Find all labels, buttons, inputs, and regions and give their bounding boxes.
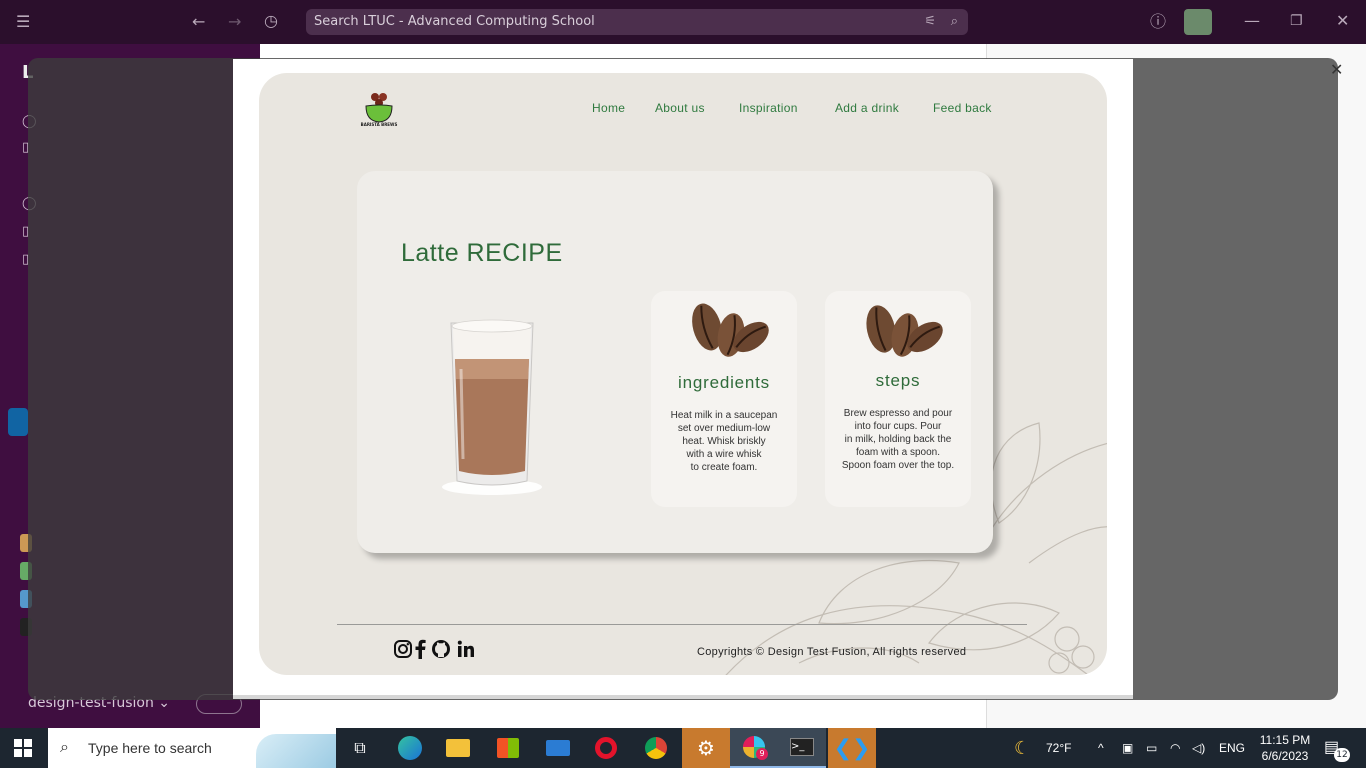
steps-text: Brew espresso and pour into four cups. P… <box>841 408 955 471</box>
steps-title: steps <box>875 371 921 390</box>
nav-add-a-drink[interactable]: Add a drink <box>835 101 899 115</box>
mail-icon <box>546 740 570 756</box>
facebook-icon[interactable] <box>413 639 427 659</box>
recipe-card: Latte RECIPE ingredients Heat milk in a … <box>357 171 993 553</box>
barista-brews-logo-icon[interactable] <box>363 91 395 135</box>
volume-icon[interactable]: ◁) <box>1192 728 1205 768</box>
gear-icon: ⚙ <box>697 736 715 760</box>
clock[interactable]: 11:15 PM 6/6/2023 <box>1254 732 1316 764</box>
chrome-app[interactable] <box>632 728 680 768</box>
notification-count: 12 <box>1334 748 1350 762</box>
slack-badge: 9 <box>756 748 768 760</box>
opera-icon <box>595 737 617 759</box>
forward-arrow-icon[interactable]: → <box>228 12 241 32</box>
steps-card: steps Brew espresso and pour into four c… <box>825 291 971 507</box>
weather-moon-icon[interactable]: ☾ <box>1014 728 1030 768</box>
instagram-icon[interactable] <box>393 639 413 659</box>
ingredients-title: ingredients <box>678 373 770 392</box>
folder-icon <box>446 739 470 757</box>
task-view-icon: ⧉ <box>354 738 366 757</box>
nav-feed-back[interactable]: Feed back <box>933 101 992 115</box>
coffee-beans-icon <box>692 303 769 357</box>
slack-top-bar: ☰ ← → ◷ Search LTUC - Advanced Computing… <box>0 0 1366 44</box>
latte-glass-image <box>442 319 542 495</box>
vscode-app[interactable]: ❮❯ <box>828 728 876 768</box>
ingredients-card: ingredients Heat milk in a saucepan set … <box>651 291 797 507</box>
wifi-icon[interactable]: ◠ <box>1170 728 1180 768</box>
show-hidden-icons-icon[interactable]: ^ <box>1098 728 1104 768</box>
active-channel-highlight[interactable] <box>8 408 28 436</box>
back-arrow-icon[interactable]: ← <box>192 12 205 32</box>
github-icon[interactable] <box>431 639 451 659</box>
slack-search-placeholder: Search LTUC - Advanced Computing School <box>314 14 595 29</box>
slack-app[interactable]: 9 <box>730 728 778 768</box>
user-avatar[interactable] <box>1184 9 1212 35</box>
edge-app[interactable] <box>386 728 434 768</box>
nav-home[interactable]: Home <box>592 101 625 115</box>
recipe-title: Latte RECIPE <box>401 239 563 267</box>
search-icon: ⌕ <box>60 739 69 756</box>
chrome-icon <box>645 737 667 759</box>
website-page: BARISTA BREWS Home About us Inspiration … <box>259 73 1107 675</box>
file-explorer-app[interactable] <box>434 728 482 768</box>
copyright-text: Copyrights © Design Test Fusion, All rig… <box>697 646 967 658</box>
close-icon[interactable]: ✕ <box>1330 60 1343 79</box>
nav-about-us[interactable]: About us <box>655 101 705 115</box>
nav-inspiration[interactable]: Inspiration <box>739 101 798 115</box>
vscode-icon: ❮❯ <box>833 735 871 761</box>
taskbar-search-placeholder: Type here to search <box>88 740 212 756</box>
opera-app[interactable] <box>582 728 630 768</box>
footer-divider <box>337 624 1027 625</box>
edge-icon <box>398 736 422 760</box>
store-app[interactable] <box>484 728 532 768</box>
preview-scrollbar[interactable] <box>233 695 1133 699</box>
search-highlight-image <box>256 734 336 768</box>
battery-icon[interactable]: ▭ <box>1146 728 1157 768</box>
ingredients-text: Heat milk in a saucepan set over medium-… <box>670 410 778 473</box>
minimize-icon[interactable]: — <box>1244 11 1260 31</box>
clock-date: 6/6/2023 <box>1261 749 1309 763</box>
hamburger-menu-icon[interactable]: ☰ <box>16 12 30 32</box>
help-icon[interactable]: ⓘ <box>1150 12 1166 32</box>
language-indicator[interactable]: ENG <box>1219 728 1245 768</box>
windows-taskbar: ⌕ Type here to search ⧉ ⚙ 9 >_ ❮❯ ☾ 72°F… <box>0 728 1366 768</box>
weather-temperature[interactable]: 72°F <box>1046 728 1071 768</box>
history-icon[interactable]: ◷ <box>264 11 278 31</box>
search-icon[interactable]: ⌕ <box>951 9 958 35</box>
slack-search-input[interactable]: Search LTUC - Advanced Computing School … <box>306 9 968 35</box>
mail-app[interactable] <box>534 728 582 768</box>
linkedin-icon[interactable] <box>456 639 476 659</box>
filter-icon[interactable]: ⚟ <box>924 9 936 35</box>
settings-app[interactable]: ⚙ <box>682 728 730 768</box>
coffee-beans-icon <box>866 305 943 357</box>
terminal-app[interactable]: >_ <box>778 728 826 768</box>
store-icon <box>497 738 519 758</box>
restore-icon[interactable]: ❐ <box>1290 11 1303 31</box>
close-window-icon[interactable]: ✕ <box>1336 11 1349 31</box>
image-preview: BARISTA BREWS Home About us Inspiration … <box>233 59 1133 699</box>
task-view-button[interactable]: ⧉ <box>336 728 384 768</box>
clock-time: 11:15 PM <box>1259 733 1311 747</box>
windows-start-icon[interactable] <box>14 739 32 757</box>
taskbar-search-input[interactable]: ⌕ Type here to search <box>48 728 336 768</box>
terminal-icon: >_ <box>790 738 814 756</box>
logo-text: BARISTA BREWS <box>360 122 398 127</box>
meet-icon[interactable]: ▣ <box>1122 728 1133 768</box>
